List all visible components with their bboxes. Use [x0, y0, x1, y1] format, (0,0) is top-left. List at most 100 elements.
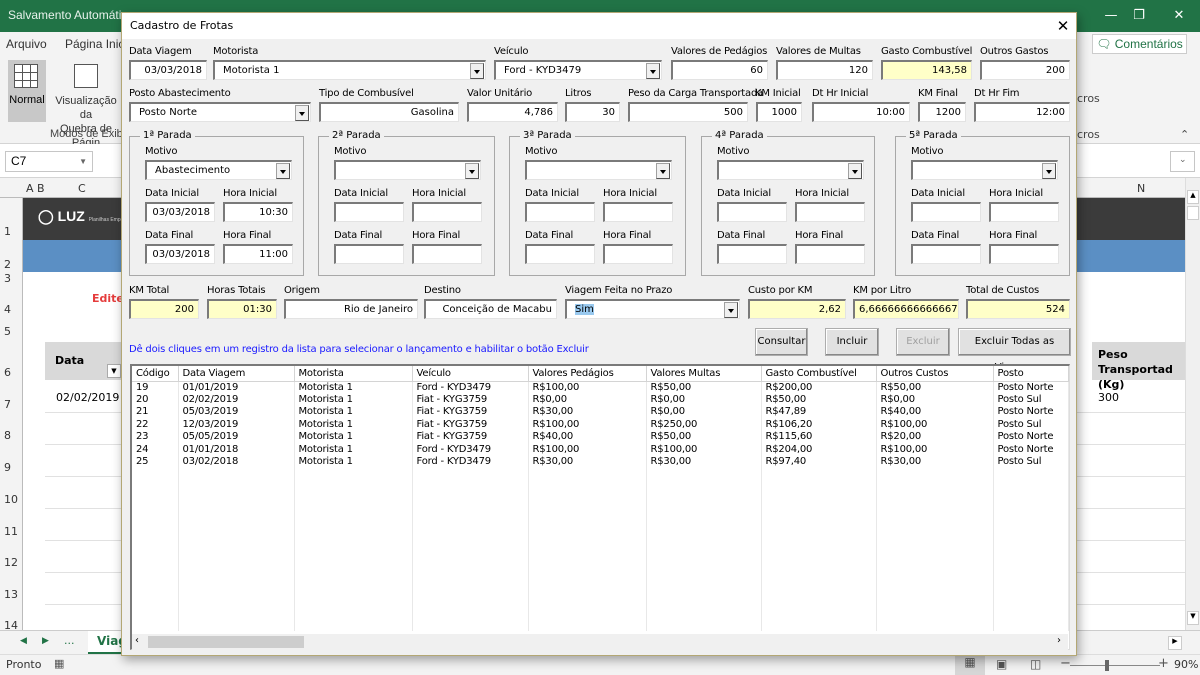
dropdown-arrow-icon[interactable] — [276, 163, 290, 179]
data-inicial-input[interactable] — [911, 202, 981, 222]
motivo-combo[interactable] — [717, 160, 864, 180]
close-icon[interactable]: ✕ — [1054, 17, 1072, 35]
custo-km-input[interactable]: 2,62 — [748, 299, 846, 319]
zoom-slider[interactable] — [1070, 665, 1160, 666]
row-9[interactable]: 9 — [4, 461, 11, 474]
row-7[interactable]: 7 — [4, 398, 11, 411]
data-final-input[interactable] — [525, 244, 595, 264]
collapse-ribbon-icon[interactable]: ⌃ — [1180, 128, 1189, 141]
viagens-listbox[interactable]: Código Data Viagem Motorista Veículo Valores… — [130, 364, 1070, 650]
listbox-scroll-thumb[interactable] — [148, 636, 304, 648]
list-row[interactable]: 23 05/05/2019 Motorista 1 Fiat - KYG3759 R$4… — [132, 431, 1069, 444]
incluir-button[interactable]: Incluir — [825, 328, 879, 356]
row-12[interactable]: 12 — [4, 556, 18, 569]
zoom-level[interactable]: 90% — [1174, 658, 1198, 671]
km-final-input[interactable]: 1200 — [918, 102, 966, 122]
hora-inicial-input[interactable] — [795, 202, 865, 222]
row-3[interactable]: 3 — [4, 272, 11, 285]
data-final-input[interactable] — [334, 244, 404, 264]
multas-input[interactable]: 120 — [776, 60, 873, 80]
listbox-horizontal-scrollbar[interactable]: ‹ › — [132, 634, 1068, 650]
motorista-combo[interactable]: Motorista 1 — [213, 60, 486, 80]
prev-sheet-icon[interactable]: ◀ — [20, 636, 27, 646]
close-window-icon[interactable]: ✕ — [1166, 6, 1192, 26]
km-litro-input[interactable]: 6,66666666666667 — [853, 299, 959, 319]
row-1[interactable]: 1 — [4, 225, 11, 238]
data-inicial-input[interactable] — [717, 202, 787, 222]
excluir-todas-button[interactable]: Excluir Todas as Viagens — [958, 328, 1071, 373]
dropdown-arrow-icon[interactable] — [656, 163, 670, 179]
minimize-icon[interactable]: — — [1098, 6, 1124, 26]
hora-final-input[interactable] — [989, 244, 1059, 264]
table-header-peso[interactable]: Peso Transportad (Kg) — [1092, 342, 1185, 391]
scroll-thumb[interactable] — [1187, 206, 1199, 220]
hora-inicial-input[interactable] — [412, 202, 482, 222]
dropdown-arrow-icon[interactable] — [646, 63, 660, 79]
page-break-view-button[interactable]: Visualização da Quebra de Págin — [50, 60, 122, 149]
cell-peso[interactable]: 300 — [1098, 391, 1119, 404]
data-inicial-input[interactable]: 03/03/2018 — [145, 202, 215, 222]
dropdown-arrow-icon[interactable] — [470, 63, 484, 79]
hora-inicial-input[interactable] — [989, 202, 1059, 222]
dropdown-arrow-icon[interactable] — [295, 105, 309, 121]
total-custos-input[interactable]: 524 — [966, 299, 1070, 319]
list-row[interactable]: 22 12/03/2019 Motorista 1 Fiat - KYG3759 R$1… — [132, 418, 1069, 431]
excluir-button[interactable]: Excluir — [896, 328, 950, 356]
scroll-right-icon[interactable]: ▶ — [1168, 636, 1182, 650]
comments-button[interactable]: 🗨 Comentários — [1092, 34, 1187, 54]
dropdown-arrow-icon[interactable] — [724, 302, 738, 318]
hora-final-input[interactable] — [412, 244, 482, 264]
list-row[interactable]: 19 01/01/2019 Motorista 1 Ford - KYD3479 R$1… — [132, 381, 1069, 394]
macro-record-icon[interactable]: ▦ — [54, 657, 64, 670]
viagem-prazo-combo[interactable]: Sim — [565, 299, 740, 319]
col-c[interactable]: C — [78, 182, 86, 195]
row-4[interactable]: 4 — [4, 303, 11, 316]
hora-inicial-input[interactable] — [603, 202, 673, 222]
outros-gastos-input[interactable]: 200 — [980, 60, 1070, 80]
next-sheet-icon[interactable]: ▶ — [42, 636, 49, 646]
km-total-input[interactable]: 200 — [129, 299, 199, 319]
scroll-down-icon[interactable]: ▼ — [1187, 611, 1199, 625]
zoom-out-button[interactable]: − — [1060, 656, 1071, 671]
posto-combo[interactable]: Posto Norte — [129, 102, 311, 122]
hora-final-input[interactable] — [795, 244, 865, 264]
list-row[interactable]: 21 05/03/2019 Motorista 1 Fiat - KYG3759 R$3… — [132, 406, 1069, 419]
motivo-combo[interactable] — [525, 160, 672, 180]
dt-hr-inicial-input[interactable]: 10:00 — [812, 102, 910, 122]
hora-final-input[interactable]: 11:00 — [223, 244, 293, 264]
km-inicial-input[interactable]: 1000 — [756, 102, 802, 122]
data-viagem-input[interactable]: 03/03/2018 — [129, 60, 207, 80]
col-b[interactable]: B — [37, 182, 45, 195]
row-6[interactable]: 6 — [4, 366, 11, 379]
tab-pagina-inicial[interactable]: Página Inic — [65, 37, 124, 51]
row-8[interactable]: 8 — [4, 429, 11, 442]
row-10[interactable]: 10 — [4, 493, 18, 506]
row-11[interactable]: 11 — [4, 525, 18, 538]
motivo-combo[interactable]: Abastecimento — [145, 160, 292, 180]
scroll-up-icon[interactable]: ▲ — [1187, 190, 1199, 204]
more-sheets-button[interactable]: ... — [64, 634, 75, 647]
scroll-left-icon[interactable]: ‹ — [135, 635, 139, 646]
list-row[interactable]: 25 03/02/2018 Motorista 1 Ford - KYD3479 R$3… — [132, 456, 1069, 469]
dropdown-arrow-icon[interactable] — [848, 163, 862, 179]
zoom-in-button[interactable]: + — [1158, 656, 1169, 671]
page-layout-icon[interactable]: ▣ — [996, 657, 1007, 671]
peso-carga-input[interactable]: 500 — [628, 102, 748, 122]
dropdown-arrow-icon[interactable] — [465, 163, 479, 179]
valor-unitario-input[interactable]: 4,786 — [467, 102, 558, 122]
origem-input[interactable]: Rio de Janeiro — [284, 299, 418, 319]
hora-inicial-input[interactable]: 10:30 — [223, 202, 293, 222]
data-final-input[interactable]: 03/03/2018 — [145, 244, 215, 264]
destino-input[interactable]: Conceição de Macabu — [424, 299, 557, 319]
table-header-data[interactable]: Data ▼ — [45, 342, 123, 380]
normal-view-button[interactable]: Normal — [8, 60, 46, 122]
litros-input[interactable]: 30 — [565, 102, 620, 122]
consultar-button[interactable]: Consultar — [755, 328, 808, 356]
motivo-combo[interactable] — [911, 160, 1058, 180]
col-a[interactable]: A — [26, 182, 34, 195]
page-break-preview-icon[interactable]: ◫ — [1030, 657, 1041, 671]
formula-expand-button[interactable]: ⌄ — [1170, 151, 1195, 172]
row-13[interactable]: 13 — [4, 588, 18, 601]
hora-final-input[interactable] — [603, 244, 673, 264]
row-2[interactable]: 2 — [4, 258, 11, 271]
